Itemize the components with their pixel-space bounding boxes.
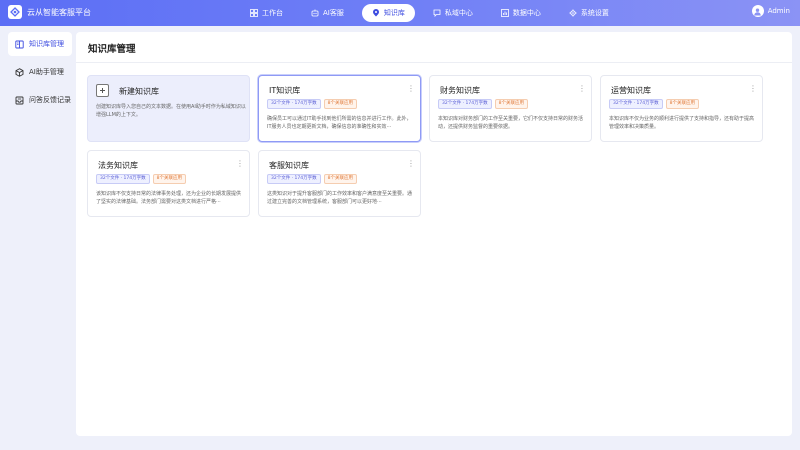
page-title: 知识库管理 [88, 44, 136, 55]
card-tags: 32个文件 · 174万字数 8个关联应用 [267, 174, 357, 184]
nav-label: 数据中心 [512, 9, 541, 17]
robot-icon [311, 9, 319, 17]
card-title: 财务知识库 [440, 86, 480, 95]
card-title: 新建知识库 [119, 87, 159, 96]
nav-label: 私域中心 [444, 9, 473, 17]
logo-icon [8, 5, 22, 19]
divider [76, 62, 792, 63]
file-count-badge: 32个文件 · 174万字数 [438, 99, 492, 109]
brand[interactable]: 云从智能客服平台 [8, 5, 91, 19]
file-count-badge: 32个文件 · 174万字数 [609, 99, 663, 109]
inbox-icon [15, 96, 24, 104]
card-description: 该知识库不仅支持日常的法律事务处理，还为企业的长期发展提供了坚实的法律基础。法务… [96, 191, 242, 205]
book-icon [15, 40, 24, 48]
nav-item-settings[interactable]: 系统设置 [559, 4, 619, 22]
card-title: IT知识库 [269, 86, 301, 95]
card-tags: 32个文件 · 174万字数 8个关联应用 [267, 99, 357, 109]
nav-item-private-center[interactable]: 私域中心 [423, 4, 483, 22]
knowledge-base-card-customer-service[interactable]: 客服知识库 ⋮ 32个文件 · 174万字数 8个关联应用 这类知识对于提升客服… [258, 150, 421, 217]
cube-icon [15, 67, 24, 77]
card-tags: 32个文件 · 174万字数 8个关联应用 [438, 99, 528, 109]
card-title: 法务知识库 [98, 161, 138, 170]
user-menu[interactable]: Admin [751, 5, 790, 17]
main-nav: 工作台 AI客服 知识库 私域中心 数据中心 系统设置 [240, 4, 627, 22]
dashboard-icon [250, 9, 258, 17]
more-options-icon[interactable]: ⋮ [407, 84, 415, 94]
nav-item-ai-service[interactable]: AI客服 [301, 4, 354, 22]
knowledge-base-card-legal[interactable]: 法务知识库 ⋮ 32个文件 · 174万字数 8个关联应用 该知识库不仅支持日常… [87, 150, 250, 217]
sidebar: 知识库管理 AI助手管理 问答反馈记录 [8, 32, 72, 116]
file-count-badge: 32个文件 · 174万字数 [267, 99, 321, 109]
nav-label: AI客服 [323, 9, 344, 17]
more-options-icon[interactable]: ⋮ [578, 84, 586, 94]
sidebar-item-label: 知识库管理 [29, 40, 64, 48]
sidebar-item-knowledge-management[interactable]: 知识库管理 [8, 32, 72, 56]
user-name: Admin [767, 7, 790, 15]
avatar-icon [751, 5, 764, 17]
card-title: 运营知识库 [611, 86, 651, 95]
nav-label: 知识库 [383, 9, 405, 17]
knowledge-base-card-it[interactable]: IT知识库 ⋮ 32个文件 · 174万字数 8个关联应用 确保员工可以通过IT… [258, 75, 421, 142]
card-tags: 32个文件 · 174万字数 8个关联应用 [609, 99, 699, 109]
file-count-badge: 32个文件 · 174万字数 [267, 174, 321, 184]
card-description: 这类知识对于提升客服部门的工作效率和客户满意度至关重要。通过建立完善的文档管理系… [267, 191, 413, 205]
more-options-icon[interactable]: ⋮ [749, 84, 757, 94]
card-description: 确保员工可以通过IT助手找到他们所需的信息并进行工作。此外，IT服务人员也定期更… [267, 116, 412, 130]
card-title: 客服知识库 [269, 161, 309, 170]
card-tags: 32个文件 · 174万字数 8个关联应用 [96, 174, 186, 184]
linked-apps-badge: 8个关联应用 [323, 174, 357, 184]
nav-item-data-center[interactable]: 数据中心 [491, 4, 551, 22]
sidebar-item-label: 问答反馈记录 [29, 96, 71, 104]
linked-apps-badge: 8个关联应用 [323, 99, 357, 109]
card-description: 本知识库对财务部门的工作至关重要，它们不仅支持日常的财务活动，还提供财务监督的重… [438, 116, 584, 130]
chat-icon [433, 9, 441, 17]
main-panel: 知识库管理 新建知识库 创建知识库导入您自己的文本数据。在使用AI助手时作为私域… [76, 32, 792, 436]
linked-apps-badge: 8个关联应用 [494, 99, 528, 109]
file-count-badge: 32个文件 · 174万字数 [96, 174, 150, 184]
new-knowledge-base-card[interactable]: 新建知识库 创建知识库导入您自己的文本数据。在使用AI助手时作为私域知识以增强L… [87, 75, 250, 142]
sidebar-item-ai-assistant[interactable]: AI助手管理 [8, 60, 72, 84]
sidebar-item-feedback[interactable]: 问答反馈记录 [8, 88, 72, 112]
gear-icon [569, 9, 577, 17]
location-icon [372, 9, 379, 17]
more-options-icon[interactable]: ⋮ [236, 159, 244, 169]
plus-icon [96, 84, 109, 97]
chart-icon [500, 9, 509, 17]
sidebar-item-label: AI助手管理 [29, 68, 64, 76]
nav-item-dashboard[interactable]: 工作台 [240, 4, 293, 22]
card-description: 本知识库不仅为业务的顺利进行提供了支持和指导，还有助于提高管理效率和决策质量。 [609, 116, 755, 130]
linked-apps-badge: 8个关联应用 [665, 99, 699, 109]
more-options-icon[interactable]: ⋮ [407, 159, 415, 169]
card-description: 创建知识库导入您自己的文本数据。在使用AI助手时作为私域知识以增强LLM的上下文… [96, 104, 246, 118]
app-title: 云从智能客服平台 [27, 7, 91, 17]
knowledge-base-card-operations[interactable]: 运营知识库 ⋮ 32个文件 · 174万字数 8个关联应用 本知识库不仅为业务的… [600, 75, 763, 142]
top-bar: 云从智能客服平台 工作台 AI客服 知识库 私域中心 数据中心 系统设置 Adm… [0, 0, 800, 26]
nav-label: 工作台 [262, 9, 283, 17]
nav-item-knowledge-base[interactable]: 知识库 [361, 4, 415, 22]
nav-label: 系统设置 [580, 9, 609, 17]
knowledge-base-card-finance[interactable]: 财务知识库 ⋮ 32个文件 · 174万字数 8个关联应用 本知识库对财务部门的… [429, 75, 592, 142]
linked-apps-badge: 8个关联应用 [152, 174, 186, 184]
